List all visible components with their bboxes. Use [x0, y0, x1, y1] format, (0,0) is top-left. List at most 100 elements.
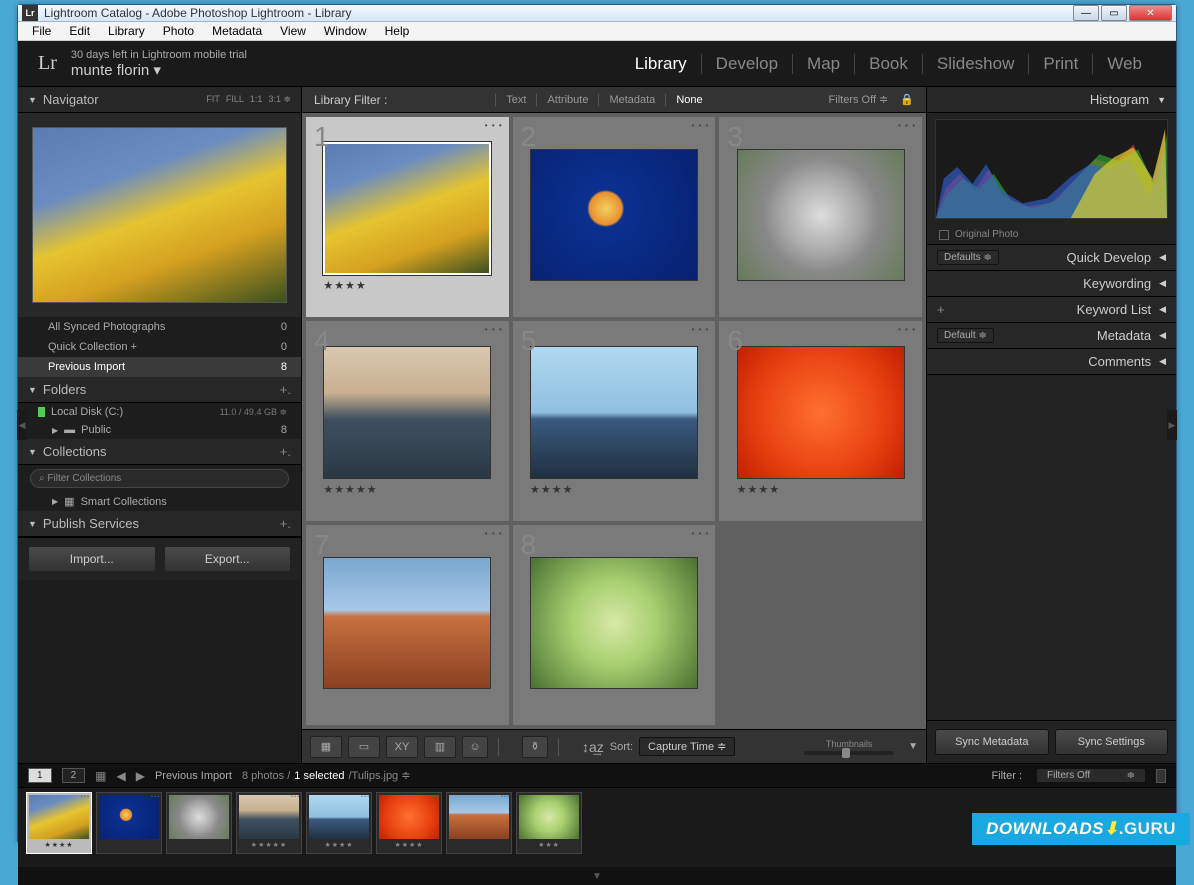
module-develop[interactable]: Develop [702, 54, 793, 74]
add-folder-icon[interactable]: +. [280, 382, 291, 397]
filmstrip-cell[interactable]: • • •★★★ [516, 792, 582, 854]
module-web[interactable]: Web [1093, 54, 1156, 74]
loupe-view-button[interactable]: ▭ [348, 736, 380, 758]
page-1-button[interactable]: 1 [28, 768, 52, 783]
module-book[interactable]: Book [855, 54, 923, 74]
filmstrip-cell[interactable]: • • •★★★★ [376, 792, 442, 854]
panel-keywording[interactable]: Keywording◀ [927, 271, 1176, 297]
sort-direction-icon[interactable]: ↕a͢z [582, 739, 604, 755]
publish-header[interactable]: ▼ Publish Services +. [18, 511, 301, 537]
rating-stars[interactable]: ★★★★ [737, 483, 780, 496]
preset-select[interactable]: Default ≑ [937, 328, 994, 343]
grid-view-button[interactable]: ▦ [310, 736, 342, 758]
disk-row[interactable]: Local Disk (C:) 11.0 / 49.4 GB ≑ [18, 403, 301, 421]
histogram-display[interactable] [935, 119, 1168, 219]
minimize-button[interactable]: — [1073, 5, 1099, 21]
grid-cell[interactable]: 2• • • [513, 117, 716, 317]
filter-none[interactable]: None [665, 94, 712, 106]
histogram-header[interactable]: Histogram ▼ [927, 87, 1176, 113]
menu-photo[interactable]: Photo [155, 22, 202, 40]
module-library[interactable]: Library [621, 54, 702, 74]
sync-settings-button[interactable]: Sync Settings [1055, 729, 1169, 755]
filters-off-toggle[interactable]: Filters Off ≑ [821, 93, 897, 106]
filmstrip-cell[interactable]: • • •★★★★ [26, 792, 92, 854]
filter-collections-input[interactable]: ⌕ Filter Collections [30, 469, 289, 488]
export-button[interactable]: Export... [164, 546, 292, 572]
rating-stars[interactable]: ★★★★ [530, 483, 573, 496]
add-publish-icon[interactable]: +. [280, 516, 291, 531]
catalog-row[interactable]: Quick Collection +0 [18, 337, 301, 357]
menu-view[interactable]: View [272, 22, 314, 40]
people-view-button[interactable]: ☺ [462, 736, 488, 758]
import-button[interactable]: Import... [28, 546, 156, 572]
menu-help[interactable]: Help [377, 22, 418, 40]
nav-forward-icon[interactable]: ▶ [136, 769, 145, 783]
rating-stars[interactable]: ★★★★★ [323, 483, 377, 496]
filmstrip-cell[interactable]: • • • [96, 792, 162, 854]
module-slideshow[interactable]: Slideshow [923, 54, 1030, 74]
close-button[interactable]: ✕ [1129, 5, 1172, 21]
nav-back-icon[interactable]: ◀ [116, 769, 125, 783]
nav-zoom-31[interactable]: 3:1 ≑ [268, 94, 291, 105]
catalog-row[interactable]: All Synced Photographs0 [18, 317, 301, 337]
filmstrip-cell[interactable]: • • • [166, 792, 232, 854]
filter-switch-icon[interactable] [1156, 769, 1166, 783]
module-print[interactable]: Print [1029, 54, 1093, 74]
nav-zoom-11[interactable]: 1:1 [250, 94, 263, 105]
menu-metadata[interactable]: Metadata [204, 22, 270, 40]
painter-button[interactable]: ⚱ [522, 736, 548, 758]
navigator-preview[interactable] [18, 113, 301, 317]
grid-cell[interactable]: 8• • • [513, 525, 716, 725]
filmstrip-toggle[interactable]: ▼ [18, 867, 1176, 885]
grid-mode-icon[interactable]: ▦ [95, 769, 106, 783]
grid-cell[interactable]: 7• • • [306, 525, 509, 725]
grid-cell[interactable]: 1• • •★★★★ [306, 117, 509, 317]
sync-metadata-button[interactable]: Sync Metadata [935, 729, 1049, 755]
survey-view-button[interactable]: ▥ [424, 736, 456, 758]
menu-window[interactable]: Window [316, 22, 375, 40]
collections-header[interactable]: ▼ Collections +. [18, 439, 301, 465]
right-panel-toggle[interactable]: ▶ [1167, 410, 1177, 440]
navigator-zoom-opts[interactable]: FIT FILL 1:1 3:1 ≑ [206, 94, 291, 105]
nav-zoom-fill[interactable]: FILL [226, 94, 244, 105]
sort-select[interactable]: Capture Time ≑ [639, 737, 735, 756]
filmstrip-cell[interactable]: • • •★★★★ [306, 792, 372, 854]
user-menu[interactable]: munte florin ▾ [71, 61, 247, 79]
nav-zoom-fit[interactable]: FIT [206, 94, 220, 105]
preset-select[interactable]: Defaults ≑ [937, 250, 999, 265]
rating-stars[interactable]: ★★★★ [323, 279, 366, 292]
grid-cell[interactable]: 3• • • [719, 117, 922, 317]
menu-library[interactable]: Library [100, 22, 153, 40]
navigator-header[interactable]: ▼ Navigator FITFILL1:13:1 ≑ [18, 87, 301, 113]
lock-icon[interactable]: 🔒 [900, 93, 914, 106]
panel-comments[interactable]: Comments◀ [927, 349, 1176, 375]
folder-row[interactable]: ▶ ▬ Public 8 [18, 421, 301, 439]
collection-row[interactable]: ▶ ▦ Smart Collections [18, 492, 301, 511]
catalog-row[interactable]: Previous Import8 [18, 357, 301, 377]
filter-metadata[interactable]: Metadata [598, 94, 665, 106]
grid-cell[interactable]: 6• • •★★★★ [719, 321, 922, 521]
thumbnail-size-slider[interactable]: Thumbnails [804, 739, 894, 755]
filename-display[interactable]: /Tulips.jpg ≑ [348, 769, 410, 782]
titlebar[interactable]: Lr Lightroom Catalog - Adobe Photoshop L… [18, 5, 1176, 22]
left-panel-toggle[interactable]: ◀ [17, 410, 27, 440]
compare-view-button[interactable]: XY [386, 736, 418, 758]
original-photo-row[interactable]: Original Photo [927, 225, 1176, 245]
add-collection-icon[interactable]: +. [280, 444, 291, 459]
filter-preset-select[interactable]: Filters Off≑ [1036, 768, 1146, 783]
filmstrip-cell[interactable]: • • • [446, 792, 512, 854]
source-label[interactable]: Previous Import [155, 770, 232, 782]
maximize-button[interactable]: ▭ [1101, 5, 1127, 21]
toolbar-chevron-icon[interactable]: ▼ [908, 741, 918, 752]
page-2-button[interactable]: 2 [62, 768, 86, 783]
menu-edit[interactable]: Edit [61, 22, 98, 40]
module-map[interactable]: Map [793, 54, 855, 74]
panel-keyword-list[interactable]: +Keyword List◀ [927, 297, 1176, 323]
grid-cell[interactable]: 5• • •★★★★ [513, 321, 716, 521]
panel-quick-develop[interactable]: Defaults ≑Quick Develop◀ [927, 245, 1176, 271]
menu-file[interactable]: File [24, 22, 59, 40]
panel-metadata[interactable]: Default ≑Metadata◀ [927, 323, 1176, 349]
filmstrip-cell[interactable]: • • •★★★★★ [236, 792, 302, 854]
filter-text[interactable]: Text [495, 94, 536, 106]
add-icon[interactable]: + [937, 302, 945, 317]
